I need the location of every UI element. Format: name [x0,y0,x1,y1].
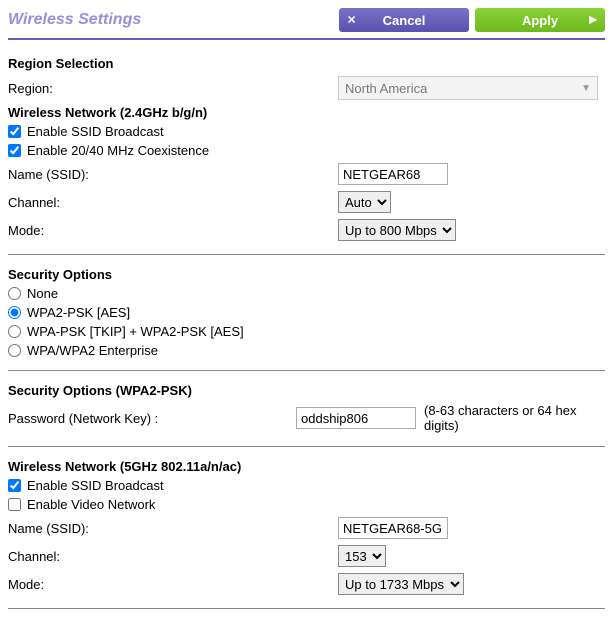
coexistence-checkbox[interactable] [8,144,21,157]
security-enterprise-label: WPA/WPA2 Enterprise [27,343,158,358]
page-title: Wireless Settings [8,11,141,29]
divider [8,608,605,609]
security-wpa2aes-radio[interactable] [8,306,21,319]
security-none-label: None [27,286,58,301]
security-enterprise-radio[interactable] [8,344,21,357]
region-heading: Region Selection [0,54,613,73]
button-row: ✕ Cancel Apply ▶ [339,8,605,32]
security-heading: Security Options [0,265,613,284]
mode24-select[interactable]: Up to 800 Mbps [338,219,456,241]
net5-heading: Wireless Network (5GHz 802.11a/n/ac) [0,457,613,476]
net24-heading: Wireless Network (2.4GHz b/g/n) [0,103,613,122]
mode24-label: Mode: [8,223,338,238]
region-label: Region: [8,81,338,96]
ssid24-input[interactable] [338,163,448,185]
apply-button[interactable]: Apply ▶ [475,8,605,32]
security-tkip-label: WPA-PSK [TKIP] + WPA2-PSK [AES] [27,324,244,339]
region-select-value: North America [345,81,427,96]
divider [8,446,605,447]
password-hint: (8-63 characters or 64 hex digits) [424,403,605,433]
ssid-broadcast-5-checkbox[interactable] [8,479,21,492]
chevron-down-icon: ▼ [581,83,591,94]
channel24-label: Channel: [8,195,338,210]
ssid-broadcast-24-label: Enable SSID Broadcast [27,124,164,139]
channel24-select[interactable]: Auto [338,191,391,213]
close-icon: ✕ [347,14,356,27]
apply-button-label: Apply [522,13,558,28]
divider [8,370,605,371]
chevron-right-icon: ▶ [589,15,597,26]
password-label: Password (Network Key) : [8,411,296,426]
channel5-label: Channel: [8,549,338,564]
cancel-button-label: Cancel [383,13,426,28]
ssid-broadcast-24-checkbox[interactable] [8,125,21,138]
ssid-broadcast-5-label: Enable SSID Broadcast [27,478,164,493]
ssid24-label: Name (SSID): [8,167,338,182]
cancel-button[interactable]: ✕ Cancel [339,8,469,32]
password-input[interactable] [296,407,416,429]
region-select[interactable]: North America ▼ [338,76,598,100]
channel5-select[interactable]: 153 [338,545,386,567]
video-network-label: Enable Video Network [27,497,155,512]
ssid5-input[interactable] [338,517,448,539]
security-wpa2aes-label: WPA2-PSK [AES] [27,305,130,320]
divider [8,38,605,40]
video-network-checkbox[interactable] [8,498,21,511]
mode5-select[interactable]: Up to 1733 Mbps [338,573,464,595]
psk-heading: Security Options (WPA2-PSK) [0,381,613,400]
security-tkip-radio[interactable] [8,325,21,338]
security-none-radio[interactable] [8,287,21,300]
ssid5-label: Name (SSID): [8,521,338,536]
mode5-label: Mode: [8,577,338,592]
coexistence-label: Enable 20/40 MHz Coexistence [27,143,209,158]
divider [8,254,605,255]
